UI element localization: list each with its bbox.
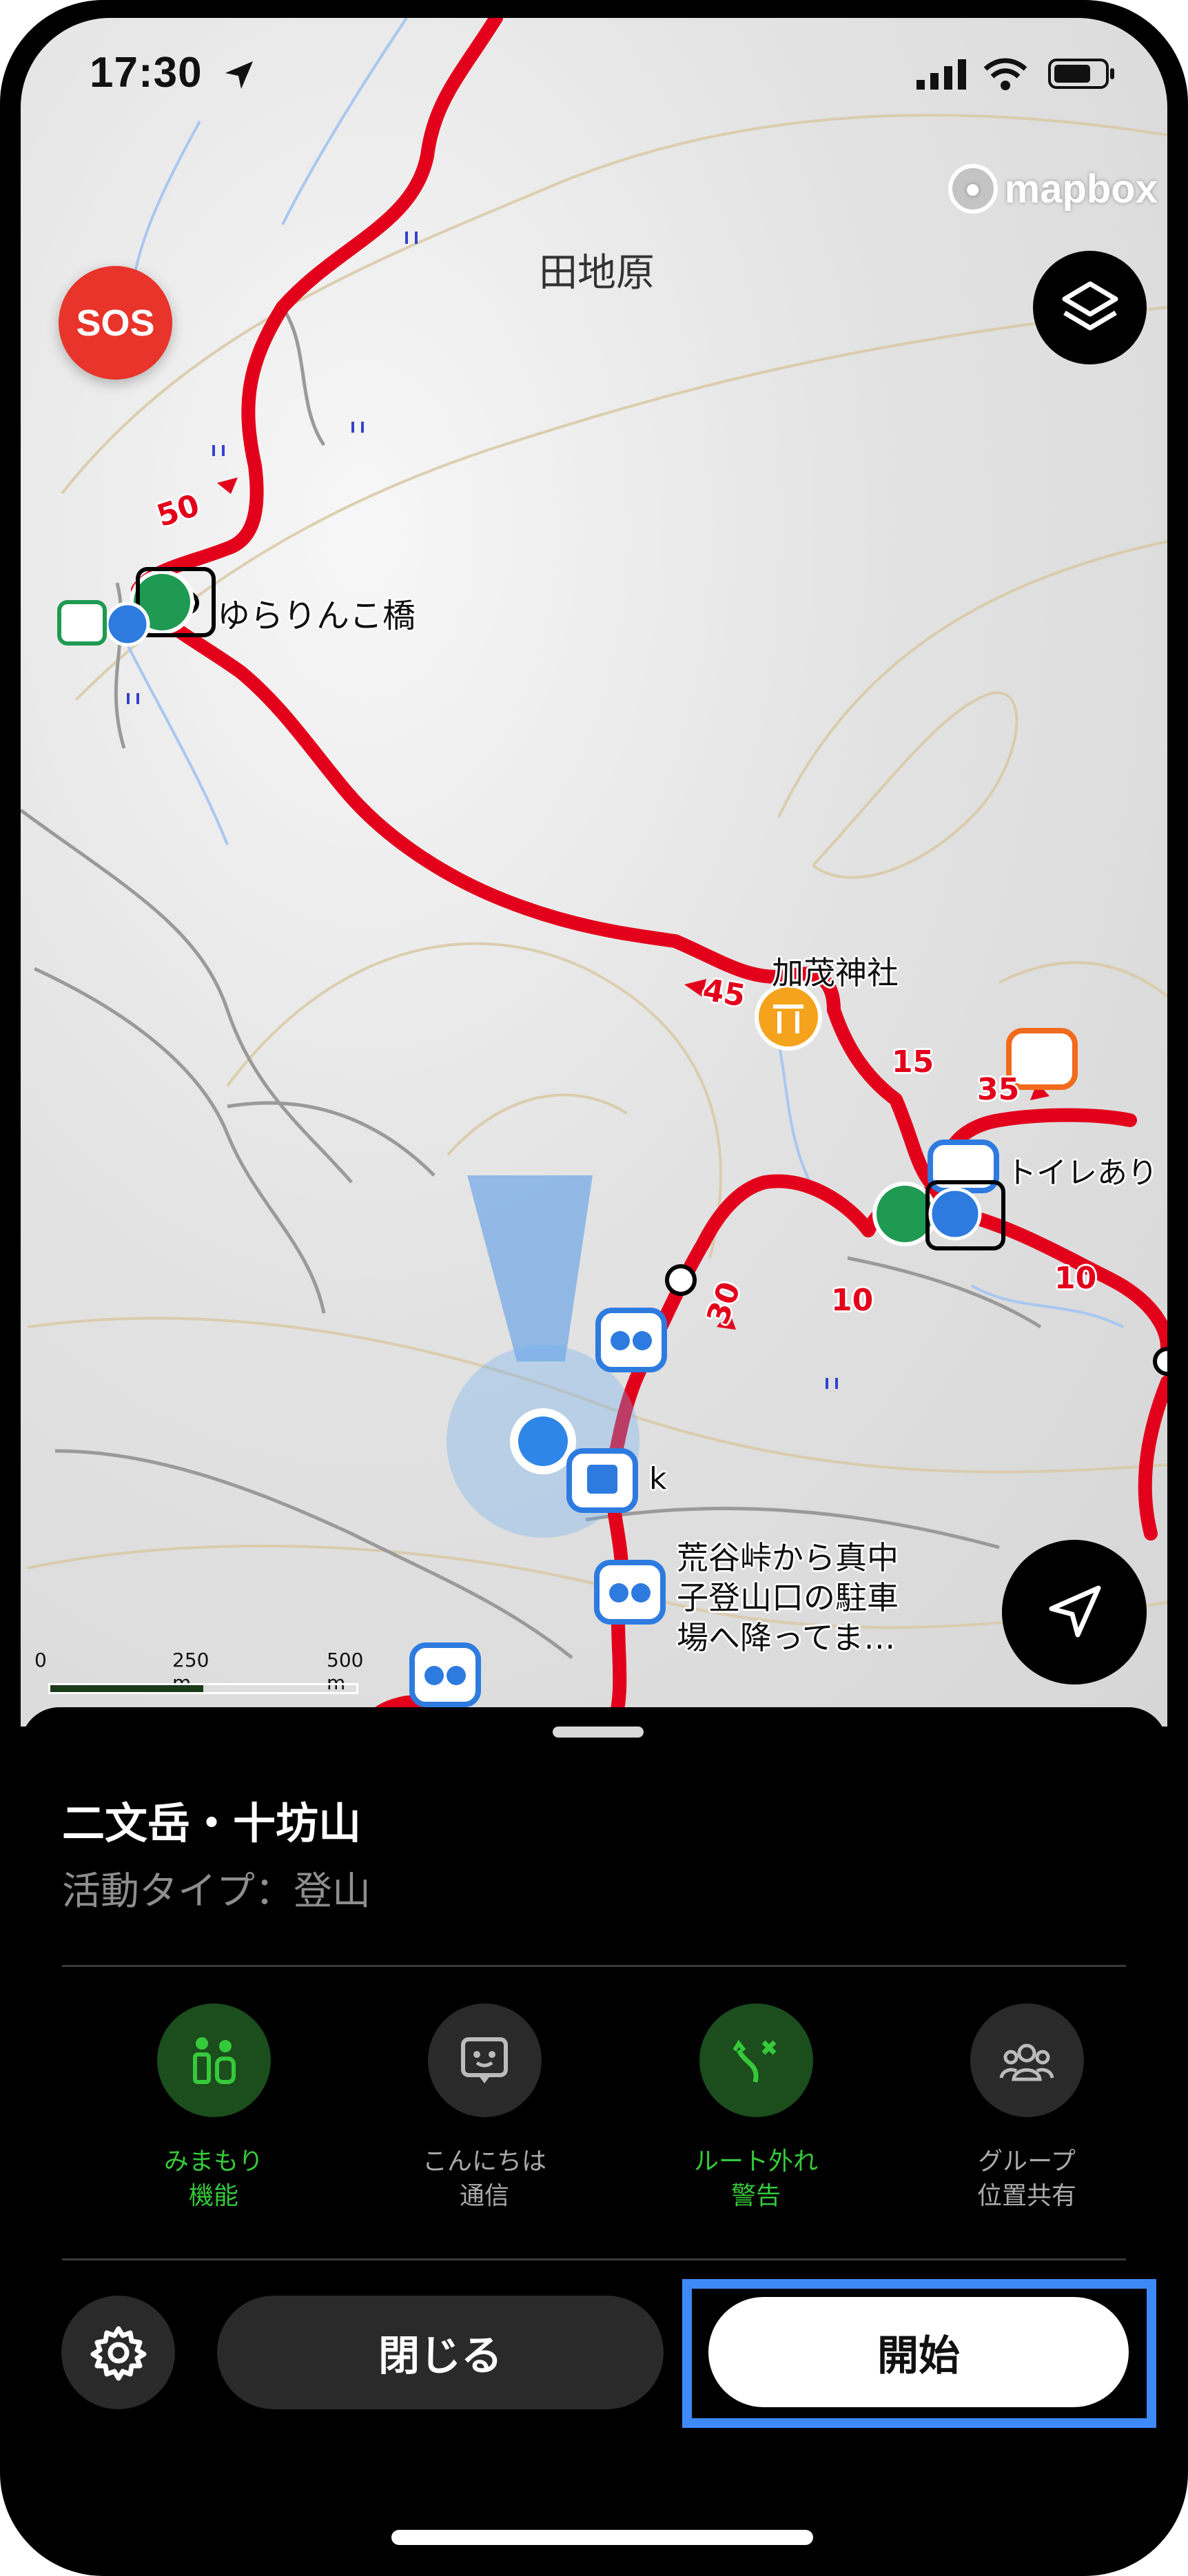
route-marker-10b: 10 — [1054, 1261, 1097, 1296]
scale-label-0: 0 — [34, 1649, 47, 1671]
bridge-label[interactable]: ゆらりんこ橋 — [217, 588, 416, 637]
status-time: 17:30 — [90, 49, 203, 96]
shrine-poi — [755, 983, 822, 1051]
route-marker-45: 45 — [700, 972, 748, 1014]
close-button[interactable]: 閉じる — [217, 2296, 664, 2409]
divider-bottom — [62, 2258, 1126, 2260]
status-bar: 17:30 — [21, 18, 1167, 114]
feature-label-off-route: ルート外れ 警告 — [693, 2147, 818, 2210]
sos-button[interactable]: SOS — [59, 266, 172, 380]
start-button-highlight — [682, 2279, 1156, 2428]
feature-off-route[interactable]: ルート外れ 警告 — [653, 2003, 859, 2214]
current-location-button[interactable] — [1002, 1540, 1147, 1684]
watch-over-icon — [156, 2003, 271, 2117]
route-bottom-sheet: 二文岳・十坊山 活動タイプ：登山 みまもり 機能 こんにちは 通信 ルート外れ … — [21, 1707, 1167, 2560]
settings-button[interactable] — [61, 2296, 175, 2409]
mapbox-text: mapbox — [1004, 166, 1158, 212]
route-marker-35: 35 — [977, 1072, 1020, 1107]
feature-label-hello-comm: こんにちは 通信 — [422, 2147, 546, 2210]
home-indicator[interactable] — [391, 2530, 813, 2545]
mapbox-logo-icon: ● — [948, 164, 998, 214]
phone-frame: 17:30 ● mapbox SOS 田地原 ゆらりんこ橋 加茂神社 トイレあり… — [0, 0, 1188, 2576]
bus-stop-label[interactable]: k — [649, 1461, 666, 1496]
activity-type: 活動タイプ：登山 — [62, 1869, 371, 1914]
map-view[interactable]: 17:30 ● mapbox SOS 田地原 ゆらりんこ橋 加茂神社 トイレあり… — [21, 18, 1167, 1727]
hello-comm-icon — [427, 2003, 542, 2117]
layers-icon — [1062, 281, 1118, 330]
note-label[interactable]: 荒谷峠から真中 子登山口の駐車 場へ降ってま… — [677, 1538, 899, 1658]
off-route-icon — [699, 2003, 813, 2117]
toilet-label[interactable]: トイレあり — [1006, 1148, 1158, 1192]
group-location-icon — [970, 2003, 1084, 2117]
map-layers-button[interactable] — [1033, 251, 1147, 364]
feature-watch-over[interactable]: みまもり 機能 — [110, 2003, 317, 2214]
battery-icon — [1048, 59, 1114, 89]
area-label: 田地原 — [539, 251, 655, 296]
sheet-drag-handle[interactable] — [553, 1727, 644, 1738]
location-arrow-icon — [225, 61, 253, 89]
signal-icon — [916, 59, 966, 90]
navigation-arrow-icon — [1049, 1585, 1101, 1638]
route-waypoints — [176, 591, 1167, 1376]
route-title: 二文岳・十坊山 — [62, 1798, 362, 1848]
mapbox-attribution[interactable]: ● mapbox — [948, 164, 1158, 214]
feature-label-watch-over: みまもり 機能 — [163, 2147, 263, 2210]
feature-label-group-location: グループ 位置共有 — [976, 2147, 1076, 2210]
app-screen: 17:30 ● mapbox SOS 田地原 ゆらりんこ橋 加茂神社 トイレあり… — [21, 18, 1167, 2560]
route-marker-10a: 10 — [831, 1283, 874, 1318]
gear-icon — [90, 2326, 146, 2380]
feature-group-location[interactable]: グループ 位置共有 — [923, 2003, 1130, 2214]
divider-top — [62, 1965, 1126, 1967]
shrine-label[interactable]: 加茂神社 — [772, 948, 899, 993]
wifi-icon — [983, 58, 1027, 90]
route-marker-15: 15 — [892, 1044, 934, 1080]
feature-hello-comm[interactable]: こんにちは 通信 — [381, 2003, 588, 2214]
scale-bar-graphic — [48, 1683, 358, 1694]
